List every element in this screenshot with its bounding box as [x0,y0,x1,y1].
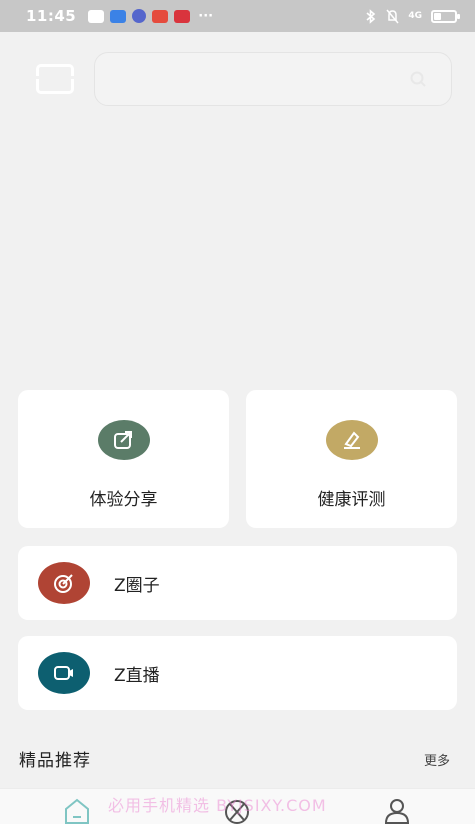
share-icon [98,420,150,460]
wallet-notification-icon [152,9,169,23]
more-notifications-icon: ··· [198,8,214,24]
browser-notification-icon [132,9,147,23]
share-experience-card[interactable]: 体验分享 [18,390,229,528]
more-link[interactable]: 更多 [424,750,450,769]
status-right: 4G [364,8,460,24]
z-live-card[interactable]: Z直播 [18,636,457,710]
z-circle-card[interactable]: Z圈子 [18,546,457,620]
status-bar: 11:45 ··· 4G [0,0,475,32]
health-label: 健康评测 [317,490,386,510]
search-input[interactable] [94,52,452,106]
banner-carousel[interactable] [0,120,475,380]
status-time: 11:45 [26,7,77,25]
watermark-text: 必用手机精选 BYJSIXY.COM [108,796,327,815]
news-notification-icon [174,9,191,23]
share-label: 体验分享 [89,490,158,510]
video-camera-icon [38,652,90,694]
recommended-section-title: 精品推荐 [19,751,91,771]
cloud-notification-icon [110,9,127,23]
bluetooth-icon [366,8,376,24]
health-assessment-card[interactable]: 健康评测 [246,390,457,528]
mute-bell-icon [386,9,399,23]
z-circle-label: Z圈子 [114,576,160,596]
signal-icon: 4G [408,10,422,21]
battery-icon [431,9,460,23]
search-icon[interactable] [409,70,427,88]
profile-icon[interactable] [382,795,412,824]
menu-button[interactable] [36,64,74,94]
target-icon [38,562,90,604]
home-icon[interactable] [62,795,92,824]
mail-notification-icon [88,9,105,23]
status-left: 11:45 ··· [26,7,213,25]
pen-icon [326,420,378,460]
z-live-label: Z直播 [114,666,160,686]
